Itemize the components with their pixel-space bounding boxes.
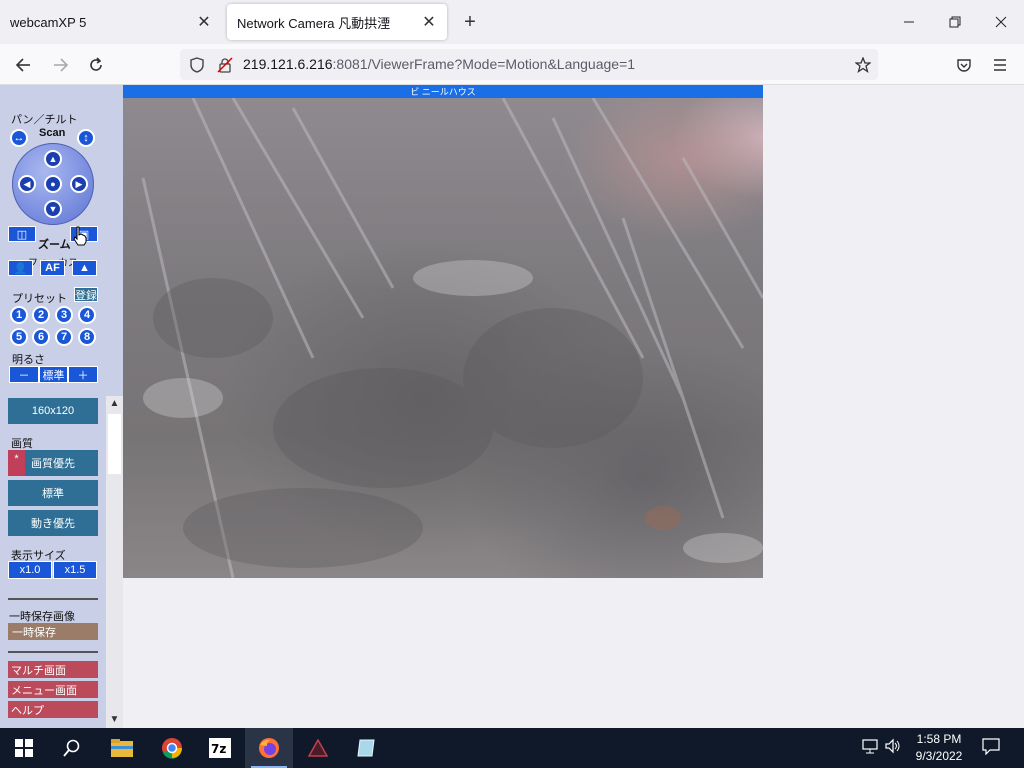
- windows-start-icon[interactable]: [0, 728, 48, 768]
- pan-scan-icon[interactable]: ↔: [10, 129, 28, 147]
- pan-tilt-label: パン／チルト: [11, 114, 78, 126]
- close-icon[interactable]: ✕: [421, 14, 437, 31]
- divider: [8, 651, 98, 653]
- shield-icon[interactable]: [185, 53, 209, 77]
- preset-8-button[interactable]: 8: [78, 328, 96, 346]
- url-bar[interactable]: 219.121.6.216:8081/ViewerFrame?Mode=Moti…: [180, 49, 878, 80]
- preset-3-button[interactable]: 3: [55, 306, 73, 324]
- file-explorer-icon[interactable]: [98, 728, 146, 768]
- quality-label: 画質: [11, 438, 33, 450]
- pan-right-icon[interactable]: ▶: [70, 175, 88, 193]
- tab-network-camera[interactable]: Network Camera 凡動拱湮 ✕: [227, 4, 447, 40]
- scroll-up-icon[interactable]: ▲: [108, 396, 121, 410]
- quality-standard-button[interactable]: 標準: [8, 480, 98, 506]
- size-x1-0-button[interactable]: x1.0: [8, 561, 52, 579]
- preset-1-button[interactable]: 1: [10, 306, 28, 324]
- focus-far-icon[interactable]: ▲: [72, 260, 97, 276]
- hamburger-menu-icon[interactable]: [987, 52, 1013, 78]
- url-path: :8081/ViewerFrame?Mode=Motion&Language=1: [332, 56, 636, 72]
- camera-name: ビ ニールハウス: [410, 87, 476, 97]
- motion-priority-button[interactable]: 動き優先: [8, 510, 98, 536]
- register-preset-button[interactable]: 登録: [74, 287, 98, 302]
- forward-arrow-icon[interactable]: [48, 52, 74, 78]
- hand-cursor-icon: [72, 226, 88, 246]
- scroll-thumb[interactable]: [108, 414, 121, 474]
- multi-screen-button[interactable]: マルチ画面: [8, 661, 98, 678]
- insecure-lock-icon[interactable]: [213, 53, 237, 77]
- chrome-icon[interactable]: [148, 728, 196, 768]
- reload-icon[interactable]: [83, 52, 109, 78]
- temp-save-label: 一時保存画像: [9, 611, 75, 623]
- url-host: 219.121.6.216: [243, 56, 333, 72]
- quality-priority-label: 画質優先: [31, 458, 75, 470]
- preset-label: プリセット: [12, 293, 67, 305]
- system-clock[interactable]: 1:58 PM 9/3/2022: [908, 731, 970, 765]
- pan-left-icon[interactable]: ◀: [18, 175, 36, 193]
- tab-webcamxp[interactable]: webcamXP 5 ✕: [0, 4, 222, 40]
- camera-scene: [141, 98, 763, 578]
- divider: [8, 598, 98, 600]
- restore-icon[interactable]: [932, 0, 978, 44]
- resolution-button[interactable]: 160x120: [8, 398, 98, 424]
- size-x1-5-button[interactable]: x1.5: [53, 561, 97, 579]
- app-triangle-icon[interactable]: [294, 728, 342, 768]
- temp-save-button[interactable]: 一時保存: [8, 623, 98, 640]
- brightness-down-button[interactable]: －: [9, 366, 39, 383]
- zoom-wide-icon[interactable]: ◫: [8, 226, 36, 242]
- search-icon[interactable]: [48, 728, 96, 768]
- preset-6-button[interactable]: 6: [32, 328, 50, 346]
- tab-title: webcamXP 5: [10, 14, 87, 30]
- preset-5-button[interactable]: 5: [10, 328, 28, 346]
- brightness-standard-button[interactable]: 標準: [39, 366, 68, 383]
- network-icon[interactable]: [862, 738, 878, 757]
- firefox-icon[interactable]: [245, 728, 293, 768]
- tilt-scan-icon[interactable]: ↕: [77, 129, 95, 147]
- camera-name-bar: ビ ニールハウス: [123, 85, 763, 98]
- navigation-bar: 219.121.6.216:8081/ViewerFrame?Mode=Moti…: [0, 44, 1024, 85]
- zoom-label: ズーム: [38, 239, 71, 251]
- windows-taskbar: 7z 1:58 PM 9/3/2022: [0, 728, 1024, 768]
- tab-strip: webcamXP 5 ✕ Network Camera 凡動拱湮 ✕ +: [0, 0, 1024, 44]
- svg-text:7z: 7z: [211, 742, 226, 756]
- minimize-icon[interactable]: [886, 0, 932, 44]
- menu-screen-button[interactable]: メニュー画面: [8, 681, 98, 698]
- volume-icon[interactable]: [885, 738, 901, 757]
- help-button[interactable]: ヘルプ: [8, 701, 98, 718]
- tilt-up-icon[interactable]: ▲: [44, 150, 62, 168]
- brightness-up-button[interactable]: ＋: [68, 366, 98, 383]
- direction-pad: ▲ ◀ ● ▶ ▼: [12, 143, 94, 225]
- close-icon[interactable]: ✕: [196, 14, 212, 31]
- scroll-down-icon[interactable]: ▼: [108, 712, 121, 726]
- selected-marker: *: [8, 450, 25, 476]
- notification-icon[interactable]: [982, 737, 1000, 758]
- preset-2-button[interactable]: 2: [32, 306, 50, 324]
- quality-priority-button[interactable]: * 画質優先: [8, 450, 98, 476]
- url-text[interactable]: 219.121.6.216:8081/ViewerFrame?Mode=Moti…: [243, 56, 635, 72]
- autofocus-button[interactable]: AF: [40, 260, 65, 276]
- window-close-icon[interactable]: [978, 0, 1024, 44]
- scan-label: Scan: [39, 127, 66, 139]
- new-tab-plus-icon[interactable]: +: [456, 8, 484, 36]
- panel-scrollbar[interactable]: ▲ ▼: [106, 396, 123, 728]
- app-glass-icon[interactable]: [342, 728, 390, 768]
- home-position-icon[interactable]: ●: [44, 175, 62, 193]
- brightness-label: 明るさ: [12, 354, 45, 366]
- 7zip-icon[interactable]: 7z: [196, 728, 244, 768]
- camera-live-image[interactable]: [123, 98, 763, 578]
- bookmark-star-icon[interactable]: [851, 53, 875, 77]
- preset-7-button[interactable]: 7: [55, 328, 73, 346]
- focus-near-icon[interactable]: 👤: [8, 260, 33, 276]
- preset-4-button[interactable]: 4: [78, 306, 96, 324]
- clock-date: 9/3/2022: [915, 749, 963, 763]
- pocket-icon[interactable]: [951, 52, 977, 78]
- clock-time: 1:58 PM: [916, 732, 962, 746]
- tilt-down-icon[interactable]: ▼: [44, 200, 62, 218]
- tab-title: Network Camera 凡動拱湮: [237, 15, 391, 31]
- back-arrow-icon[interactable]: [10, 52, 36, 78]
